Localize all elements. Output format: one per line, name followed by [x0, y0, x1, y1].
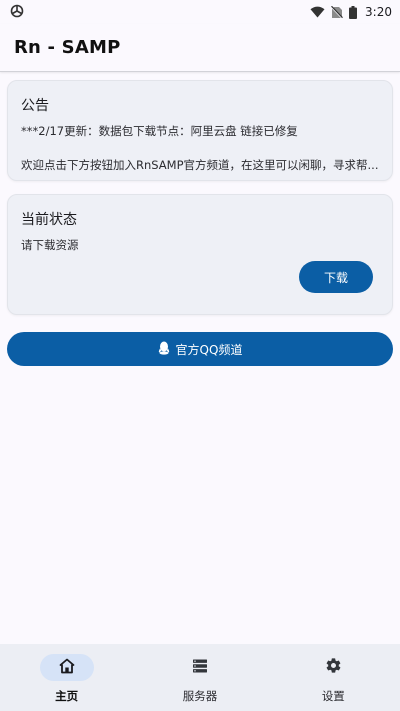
status-bar: 3:20	[0, 0, 400, 24]
status-card: 当前状态 请下载资源 下载	[7, 194, 393, 315]
app-title: Rn - SAMP	[14, 37, 121, 58]
notice-title: 公告	[21, 98, 49, 114]
nav-label-servers: 服务器	[182, 689, 218, 703]
status-text: 请下载资源	[21, 238, 79, 252]
qq-channel-label: 官方QQ频道	[175, 342, 243, 357]
qq-channel-button[interactable]: 官方QQ频道	[7, 332, 393, 366]
nav-item-servers[interactable]: 服务器	[133, 644, 266, 711]
home-icon	[59, 658, 75, 678]
bottom-navigation: 主页 服务器 设置	[0, 644, 400, 711]
server-list-icon	[192, 658, 208, 678]
notice-update-text: ***2/17更新：数据包下载节点：阿里云盘 链接已修复	[21, 124, 298, 138]
qq-icon	[158, 341, 170, 358]
notice-card: 公告 ***2/17更新：数据包下载节点：阿里云盘 链接已修复 欢迎点击下方按钮…	[7, 80, 393, 181]
nav-label-home: 主页	[55, 689, 79, 703]
app-notification-icon	[10, 3, 24, 22]
nav-item-home[interactable]: 主页	[0, 644, 133, 711]
nav-active-indicator	[39, 654, 94, 681]
notice-welcome-text: 欢迎点击下方按钮加入RnSAMP官方频道，在这里可以闲聊，寻求帮...	[21, 158, 379, 172]
no-sim-icon	[331, 5, 344, 19]
app-bar: Rn - SAMP	[0, 24, 400, 72]
wifi-icon	[310, 6, 325, 18]
download-button[interactable]: 下载	[299, 261, 373, 293]
status-title: 当前状态	[21, 212, 77, 228]
nav-label-settings: 设置	[321, 689, 345, 703]
battery-icon	[349, 5, 358, 19]
settings-gear-icon	[325, 657, 342, 678]
status-time: 3:20	[365, 5, 392, 19]
nav-item-settings[interactable]: 设置	[267, 644, 400, 711]
